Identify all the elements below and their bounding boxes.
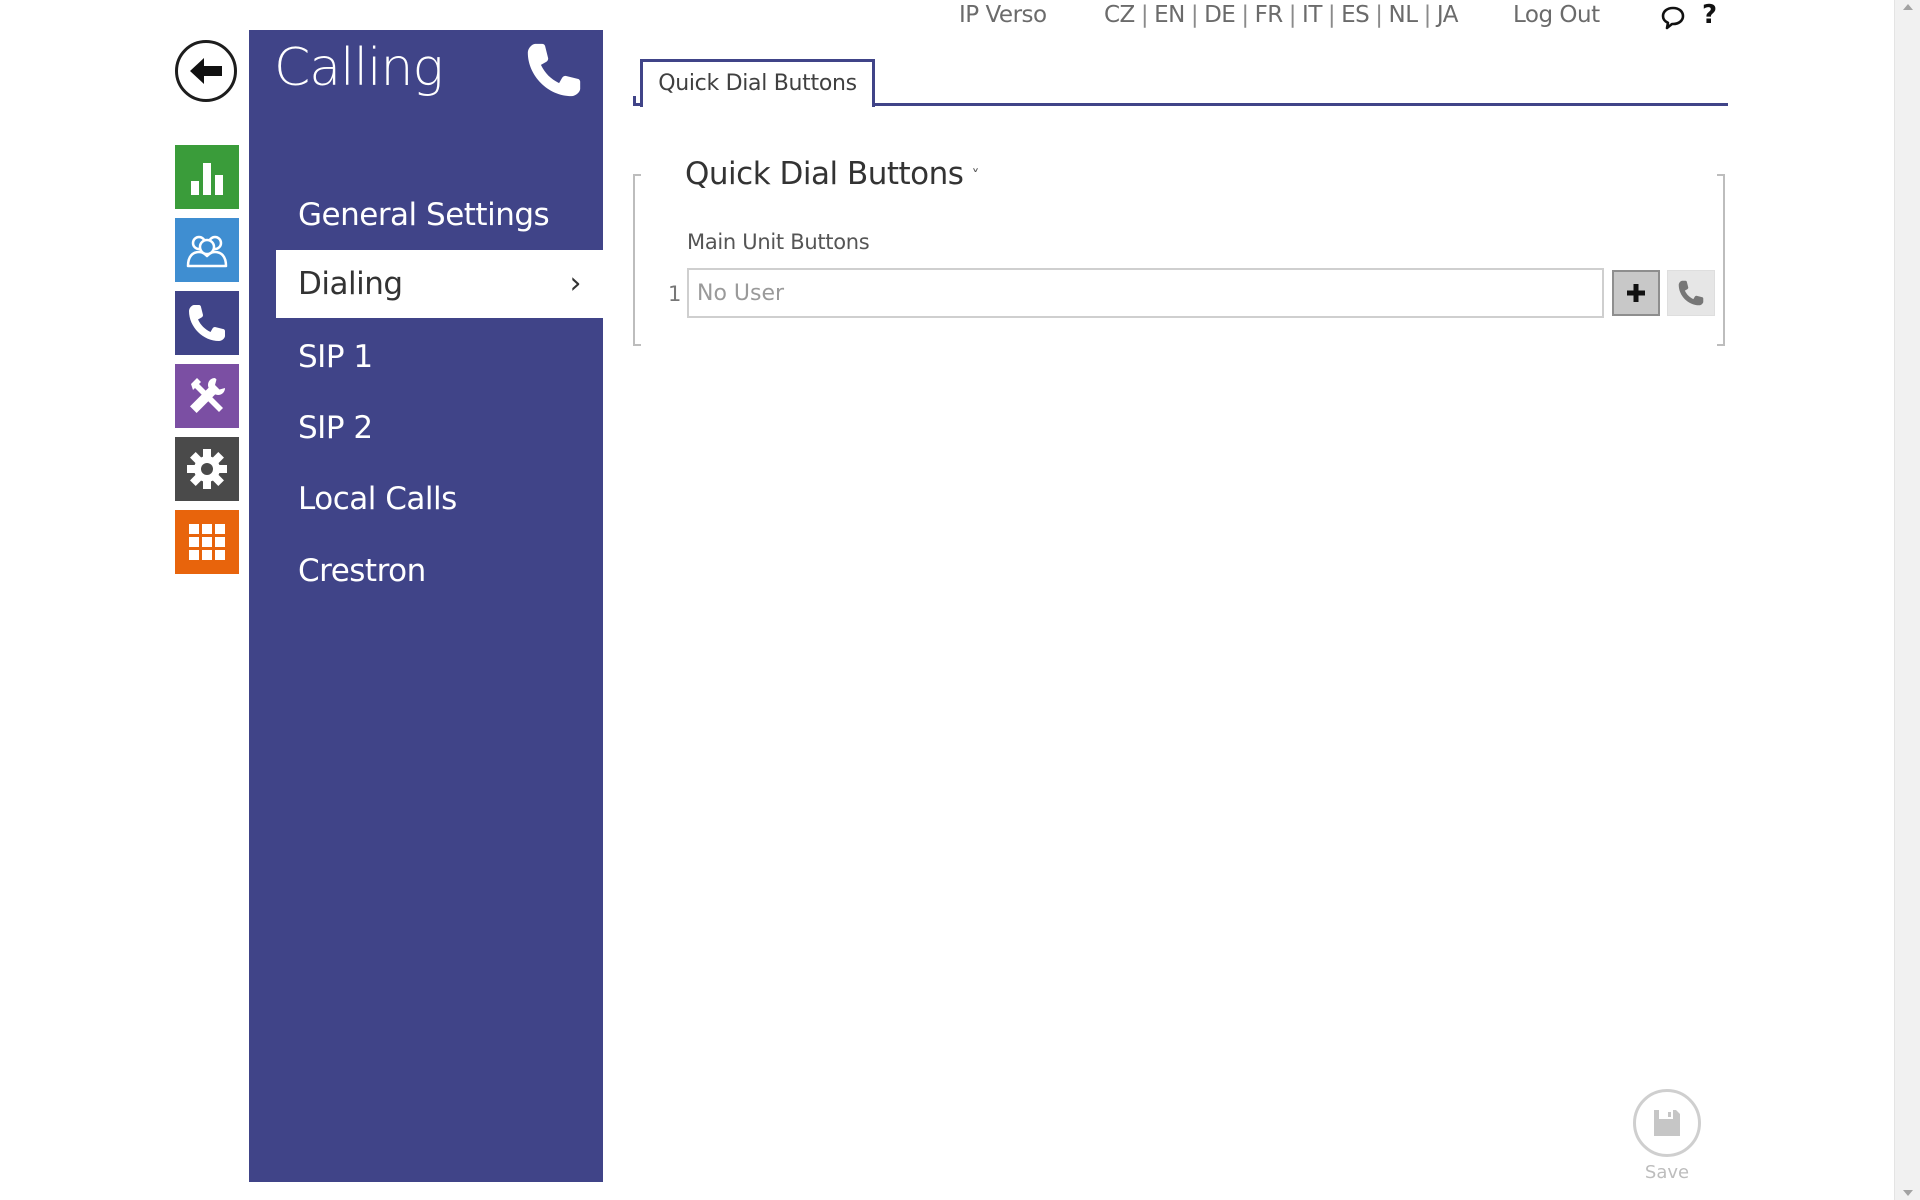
users-icon [186,235,228,268]
button-row-number: 1 [668,282,682,306]
help-icon[interactable]: ? [1702,0,1717,30]
bar-chart-icon [191,163,223,195]
plus-icon [1627,284,1645,302]
call-button[interactable] [1667,270,1715,316]
menu-item-label: General Settings [298,197,550,233]
back-button[interactable] [175,40,237,102]
menu-item-label: Crestron [298,553,426,589]
menu-item-sip-1[interactable]: SIP 1 [276,323,603,391]
lang-es[interactable]: ES [1341,2,1370,28]
phone-icon [527,43,581,97]
lang-ja[interactable]: JA [1437,2,1459,28]
section-title: Calling [274,38,444,98]
floppy-disk-icon [1654,1110,1680,1136]
lang-en[interactable]: EN [1154,2,1185,28]
card-bracket-left [633,174,641,346]
save-button[interactable] [1633,1089,1701,1157]
rail-system[interactable] [175,437,239,501]
page-scrollbar[interactable] [1894,0,1920,1200]
product-name: IP Verso [959,2,1047,28]
add-user-button[interactable] [1612,270,1660,316]
chevron-down-icon: ˅ [971,166,979,185]
menu-item-sip-2[interactable]: SIP 2 [276,394,603,462]
rail-services[interactable] [175,510,239,574]
menu-item-local-calls[interactable]: Local Calls [276,465,603,533]
tools-icon [190,378,225,413]
grid-icon [189,524,225,560]
section-header-quick-dial[interactable]: Quick Dial Buttons ˅ [685,156,979,192]
scroll-down-arrow-icon[interactable] [1903,1190,1913,1196]
card-bracket-right [1717,174,1725,346]
menu-item-label: Local Calls [298,481,457,517]
rail-status[interactable] [175,145,239,209]
quick-dial-user-input[interactable] [687,268,1604,318]
rail-directory[interactable] [175,218,239,282]
gear-icon [187,449,227,489]
lang-it[interactable]: IT [1302,2,1322,28]
arrow-left-icon [190,58,222,84]
logout-link[interactable]: Log Out [1513,2,1600,28]
field-label-main-unit-buttons: Main Unit Buttons [687,230,870,254]
menu-item-crestron[interactable]: Crestron [276,537,603,605]
rail-hardware[interactable] [175,364,239,428]
lang-nl[interactable]: NL [1389,2,1419,28]
tab-quick-dial-buttons[interactable]: Quick Dial Buttons [640,59,875,107]
tab-divider [633,96,636,106]
menu-item-label: Dialing [298,266,403,302]
lang-de[interactable]: DE [1204,2,1236,28]
phone-icon [189,305,225,341]
phone-icon [1678,280,1704,306]
menu-item-dialing[interactable]: Dialing › [276,250,603,318]
menu-item-label: SIP 1 [298,339,373,375]
speech-bubble-icon[interactable] [1660,5,1686,31]
chevron-right-icon: › [569,266,582,301]
rail-calling[interactable] [175,291,239,355]
menu-item-general-settings[interactable]: General Settings [276,181,603,249]
section-header-label: Quick Dial Buttons [685,156,964,192]
lang-fr[interactable]: FR [1255,2,1284,28]
lang-cz[interactable]: CZ [1104,2,1135,28]
menu-item-label: SIP 2 [298,410,373,446]
language-switcher: CZ | EN | DE | FR | IT | ES | NL | JA [1104,2,1458,28]
scroll-up-arrow-icon[interactable] [1903,4,1913,10]
save-label: Save [1644,1162,1690,1183]
